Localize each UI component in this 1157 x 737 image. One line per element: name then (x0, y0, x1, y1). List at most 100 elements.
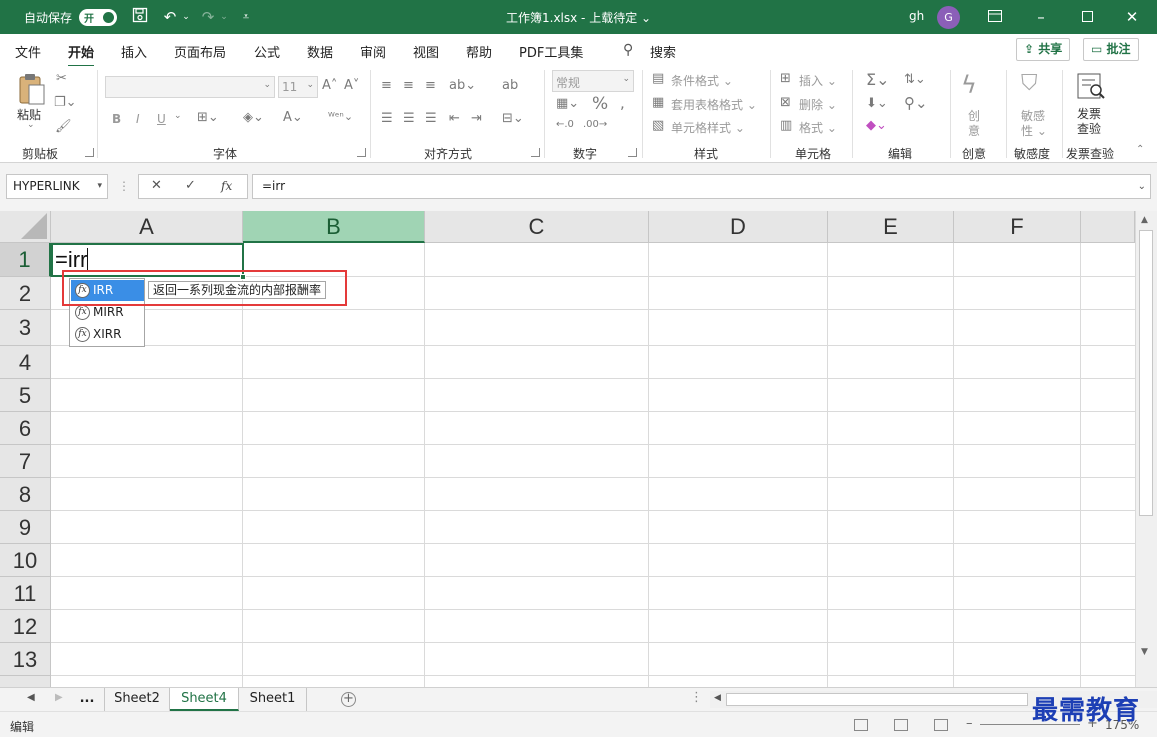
vertical-scrollbar[interactable]: ▲ ▼ (1135, 211, 1157, 687)
column-header-partial[interactable] (1081, 211, 1135, 243)
tab-review[interactable]: 审阅 (360, 42, 386, 61)
customize-toolbar-icon[interactable]: ⩡ (236, 7, 256, 27)
row-header-10[interactable]: 10 (0, 544, 51, 577)
underline-button[interactable]: U (157, 112, 166, 126)
column-header-f[interactable]: F (954, 211, 1081, 243)
underline-dropdown-icon[interactable]: ⌄ (174, 111, 182, 121)
delete-cells-icon[interactable]: ⊠ (780, 95, 791, 110)
increase-decimal-icon[interactable]: ←.0 (556, 119, 574, 130)
spreadsheet-grid[interactable]: A B C D E F 1 2 3 4 5 6 7 8 9 10 11 12 1… (0, 211, 1157, 687)
name-box[interactable]: HYPERLINK ▾ (6, 174, 108, 199)
page-layout-view-icon[interactable] (894, 719, 908, 731)
format-cells-button[interactable]: 格式 ⌄ (799, 119, 837, 136)
row-header-9[interactable]: 9 (0, 511, 51, 544)
sort-filter-icon[interactable]: ⇅⌄ (904, 72, 926, 87)
row-header-7[interactable]: 7 (0, 445, 51, 478)
formula-input[interactable]: =irr ⌄ (252, 174, 1151, 199)
increase-font-icon[interactable]: A˄ (322, 78, 337, 93)
tab-file[interactable]: 文件 (15, 42, 41, 61)
tab-pdf-tools[interactable]: PDF工具集 (519, 42, 583, 61)
sheet-tab-sheet4[interactable]: Sheet4 (170, 688, 239, 711)
maximize-icon[interactable] (1077, 7, 1097, 27)
column-header-d[interactable]: D (649, 211, 828, 243)
decrease-indent-icon[interactable]: ⇤ (449, 111, 460, 126)
alignment-launcher-icon[interactable] (531, 148, 540, 157)
number-format-select[interactable]: 常规 ⌄ (552, 70, 634, 92)
find-select-icon[interactable]: ⚲⌄ (904, 94, 928, 112)
minimize-icon[interactable]: – (1031, 7, 1051, 27)
ideas-label-line2[interactable]: 意 (968, 122, 980, 139)
undo-dropdown-icon[interactable]: ⌄ (176, 7, 196, 27)
bold-button[interactable]: B (112, 112, 121, 126)
align-bottom-icon[interactable]: ≡ (425, 78, 436, 93)
format-painter-icon[interactable]: 🖌 (55, 119, 72, 134)
clipboard-launcher-icon[interactable] (85, 148, 94, 157)
row-header-6[interactable]: 6 (0, 412, 51, 445)
insert-cells-button[interactable]: 插入 ⌄ (799, 72, 837, 89)
confirm-entry-icon[interactable]: ✓ (185, 178, 196, 193)
tab-home[interactable]: 开始 (68, 42, 95, 68)
decrease-font-icon[interactable]: A˅ (344, 78, 359, 93)
row-header-12[interactable]: 12 (0, 610, 51, 643)
tab-data[interactable]: 数据 (307, 42, 333, 61)
vertical-scroll-thumb[interactable] (1139, 230, 1153, 516)
invoice-label-line2[interactable]: 查验 (1077, 120, 1101, 137)
font-color-icon[interactable]: A⌄ (283, 110, 303, 125)
share-button[interactable]: ⇪ 共享 (1016, 38, 1071, 61)
font-name-select[interactable]: ⌄ (105, 76, 275, 98)
row-header-2[interactable]: 2 (0, 277, 51, 310)
scroll-up-icon[interactable]: ▲ (1141, 215, 1148, 225)
align-top-icon[interactable]: ≡ (381, 78, 392, 93)
fill-color-icon[interactable]: ◈⌄ (243, 110, 264, 125)
expand-formula-bar-icon[interactable]: ⌄ (1138, 175, 1146, 198)
format-as-table-icon[interactable]: ▦ (652, 95, 664, 110)
scroll-down-icon[interactable]: ▼ (1141, 647, 1148, 657)
font-launcher-icon[interactable] (357, 148, 366, 157)
sheet-next-icon[interactable]: ▶ (55, 692, 63, 703)
borders-icon[interactable]: ⊞⌄ (197, 110, 219, 125)
comments-button[interactable]: ▭ 批注 (1083, 38, 1139, 61)
document-title[interactable]: 工作簿1.xlsx - 上载待定 ⌄ (506, 9, 651, 26)
increase-indent-icon[interactable]: ⇥ (471, 111, 482, 126)
scroll-left-icon[interactable]: ◀ (714, 693, 721, 703)
user-avatar[interactable]: G (937, 6, 960, 29)
page-break-view-icon[interactable] (934, 719, 948, 731)
accounting-format-icon[interactable]: ▦⌄ (556, 96, 579, 111)
align-middle-icon[interactable]: ≡ (403, 78, 414, 93)
insert-function-icon[interactable]: fx (221, 179, 232, 193)
column-header-a[interactable]: A (51, 211, 243, 243)
column-header-e[interactable]: E (828, 211, 954, 243)
align-right-icon[interactable]: ☰ (425, 111, 437, 126)
delete-cells-button[interactable]: 删除 ⌄ (799, 96, 837, 113)
orientation-icon[interactable]: ab⌄ (449, 78, 476, 93)
tab-insert[interactable]: 插入 (121, 42, 147, 61)
conditional-format-button[interactable]: 条件格式 ⌄ (671, 72, 733, 89)
ideas-icon[interactable]: ϟ (961, 71, 977, 99)
close-icon[interactable]: ✕ (1122, 7, 1142, 27)
cut-icon[interactable]: ✂ (56, 71, 67, 86)
redo-dropdown-icon[interactable]: ⌄ (214, 7, 234, 27)
tab-page-layout[interactable]: 页面布局 (174, 42, 226, 61)
autosave-toggle[interactable]: 开 (79, 9, 117, 26)
tab-help[interactable]: 帮助 (466, 42, 492, 61)
phonetic-icon[interactable]: ᵂᵉⁿ⌄ (328, 110, 353, 123)
tab-formulas[interactable]: 公式 (254, 42, 280, 61)
tab-view[interactable]: 视图 (413, 42, 439, 61)
normal-view-icon[interactable] (854, 719, 868, 731)
row-header-5[interactable]: 5 (0, 379, 51, 412)
column-header-c[interactable]: C (425, 211, 649, 243)
select-all-button[interactable] (0, 211, 51, 243)
ribbon-display-options-icon[interactable] (985, 7, 1005, 27)
tab-split-handle-icon[interactable]: ⋮ (690, 690, 703, 705)
copy-icon[interactable]: ❐⌄ (54, 95, 77, 110)
column-header-b[interactable]: B (243, 211, 425, 243)
invoice-check-icon[interactable] (1076, 72, 1106, 104)
sheet-tab-sheet1[interactable]: Sheet1 (239, 688, 307, 711)
search-box[interactable]: 搜索 (650, 42, 676, 61)
paste-dropdown-icon[interactable]: ⌄ (27, 120, 35, 130)
search-icon[interactable]: ⚲ (623, 42, 633, 58)
row-header-8[interactable]: 8 (0, 478, 51, 511)
sheet-tab-sheet2[interactable]: Sheet2 (104, 688, 170, 711)
italic-button[interactable]: I (136, 112, 140, 126)
conditional-format-icon[interactable]: ▤ (652, 71, 664, 86)
